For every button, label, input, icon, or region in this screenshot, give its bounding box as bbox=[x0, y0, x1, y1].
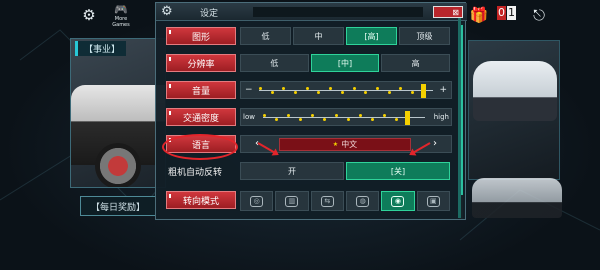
graphics-option-medium[interactable]: 中 bbox=[293, 27, 344, 45]
setting-row-volume: 音量 − + bbox=[160, 77, 456, 103]
auto-reverse-option-on[interactable]: 开 bbox=[240, 162, 344, 180]
steering-mode-options: ◎ ▥ ⇆ ◍ ◉ ▣ bbox=[240, 191, 452, 211]
exit-icon[interactable]: ⎋ bbox=[530, 6, 548, 24]
car-wheel-image bbox=[95, 143, 141, 187]
resolution-option-medium[interactable]: [中] bbox=[310, 54, 380, 72]
career-card[interactable]: 【事业】 bbox=[70, 38, 166, 188]
traffic-density-knob[interactable] bbox=[405, 111, 411, 125]
arrows-icon: ⇆ bbox=[320, 195, 334, 207]
slider-tick-dot bbox=[305, 87, 309, 90]
police-car-card[interactable] bbox=[468, 40, 560, 180]
setting-row-graphics: 图形 低 中 [高] 顶级 bbox=[160, 23, 456, 49]
dialog-header: ⚙ 设定 ⊠ bbox=[156, 3, 467, 21]
settings-dialog: ⚙ 设定 ⊠ 图形 低 中 [高] 顶级 分辨率 低 [中] 高 音量 − + … bbox=[155, 2, 467, 220]
slider-tick-dot bbox=[410, 91, 414, 94]
close-button[interactable]: ⊠ bbox=[433, 6, 463, 18]
volume-track bbox=[259, 90, 433, 91]
slider-tick-dot bbox=[317, 91, 321, 94]
gamepad-icon: 🎮 bbox=[114, 3, 128, 16]
auto-reverse-options: 开 [关] bbox=[240, 162, 452, 180]
traffic-density-label: 交通密度 bbox=[166, 108, 236, 126]
resolution-label: 分辨率 bbox=[166, 54, 236, 72]
slider-tick-dot bbox=[375, 87, 379, 90]
wheel-icon: ◎ bbox=[250, 195, 264, 207]
annotation-circle bbox=[162, 134, 238, 160]
slider-tick-dot bbox=[294, 91, 298, 94]
resolution-option-high[interactable]: 高 bbox=[381, 54, 451, 72]
traffic-density-slider[interactable]: low high bbox=[240, 108, 452, 126]
slider-tick-dot bbox=[270, 91, 274, 94]
slider-tick-dot bbox=[347, 118, 351, 121]
daily-reward-button[interactable]: 【每日奖励】 bbox=[80, 196, 156, 216]
volume-slider[interactable]: − + bbox=[240, 81, 452, 99]
resolution-options: 低 [中] 高 bbox=[240, 54, 452, 72]
slider-tick-dot bbox=[323, 118, 327, 121]
gift-icon[interactable]: 🎁 bbox=[470, 6, 489, 24]
dialog-edge-glow bbox=[458, 18, 461, 218]
career-tag: 【事业】 bbox=[75, 41, 127, 56]
graphics-options: 低 中 [高] 顶级 bbox=[240, 27, 452, 45]
auto-reverse-option-off[interactable]: [关] bbox=[346, 162, 450, 180]
slider-tick-dot bbox=[259, 87, 262, 90]
plus-icon[interactable]: + bbox=[439, 85, 447, 95]
setting-row-resolution: 分辨率 低 [中] 高 bbox=[160, 50, 456, 76]
volume-knob[interactable] bbox=[420, 84, 426, 98]
graphics-option-ultra[interactable]: 顶级 bbox=[399, 27, 450, 45]
resolution-option-low[interactable]: 低 bbox=[240, 54, 309, 72]
graphics-label: 图形 bbox=[166, 27, 236, 45]
traffic-low-label: low bbox=[243, 113, 255, 121]
tilt-icon: ▥ bbox=[285, 195, 299, 207]
steering-option-wheel-arrows[interactable]: ◉ bbox=[381, 191, 415, 211]
setting-row-steering-mode: 转向模式 ◎ ▥ ⇆ ◍ ◉ ▣ bbox=[160, 187, 456, 213]
settings-list[interactable]: 图形 低 中 [高] 顶级 分辨率 低 [中] 高 音量 − + 交通密度 lo… bbox=[160, 23, 456, 219]
counter-digit-1: 1 bbox=[507, 6, 516, 20]
counter-digit-0: 0 bbox=[497, 6, 506, 20]
language-value-text: 中文 bbox=[341, 140, 358, 149]
header-bar bbox=[253, 7, 423, 17]
steering-mode-label: 转向模式 bbox=[166, 191, 236, 209]
police-car-image bbox=[473, 61, 557, 121]
slider-tick-dot bbox=[263, 114, 266, 117]
steering-option-steer[interactable]: ◍ bbox=[345, 191, 380, 211]
slider-tick-dot bbox=[387, 91, 391, 94]
auto-reverse-label: 粗机自动反转 bbox=[168, 167, 223, 178]
chevron-right-icon[interactable]: › bbox=[433, 138, 437, 149]
steering-option-tilt[interactable]: ▥ bbox=[275, 191, 309, 211]
slider-tick-dot bbox=[352, 87, 356, 90]
language-value: ★ 中文 bbox=[279, 138, 411, 151]
wheel-arrows-icon: ◉ bbox=[391, 195, 405, 207]
flag-icon: ★ bbox=[332, 141, 339, 148]
steering-option-wheel[interactable]: ◎ bbox=[240, 191, 274, 211]
close-icon: ⊠ bbox=[452, 7, 459, 17]
slider-tick-dot bbox=[395, 118, 399, 121]
counter-badge: 0 1 bbox=[497, 6, 516, 20]
gear-icon[interactable]: ⚙ bbox=[80, 6, 98, 24]
traffic-high-label: high bbox=[433, 113, 449, 121]
volume-label: 音量 bbox=[166, 81, 236, 99]
minus-icon[interactable]: − bbox=[245, 85, 253, 95]
steering-option-arrows[interactable]: ⇆ bbox=[310, 191, 344, 211]
steering-option-buttons[interactable]: ▣ bbox=[416, 191, 450, 211]
traffic-track bbox=[263, 117, 425, 118]
slider-tick-dot bbox=[299, 118, 303, 121]
slider-tick-dot bbox=[275, 118, 279, 121]
setting-row-traffic-density: 交通密度 low high bbox=[160, 104, 456, 130]
graphics-option-high[interactable]: [高] bbox=[346, 27, 397, 45]
slider-tick-dot bbox=[364, 91, 368, 94]
steer-icon: ◍ bbox=[356, 195, 370, 207]
setting-row-auto-reverse: 粗机自动反转 开 [关] bbox=[160, 158, 456, 184]
slider-tick-dot bbox=[340, 91, 344, 94]
more-games-label: More Games bbox=[112, 16, 130, 28]
slider-tick-dot bbox=[371, 118, 375, 121]
suv-car-image bbox=[472, 178, 562, 218]
more-games-button[interactable]: 🎮 More Games bbox=[110, 3, 132, 29]
buttons-icon: ▣ bbox=[426, 195, 440, 207]
gear-icon: ⚙ bbox=[161, 4, 173, 19]
graphics-option-low[interactable]: 低 bbox=[240, 27, 291, 45]
dialog-title: 设定 bbox=[200, 9, 219, 19]
